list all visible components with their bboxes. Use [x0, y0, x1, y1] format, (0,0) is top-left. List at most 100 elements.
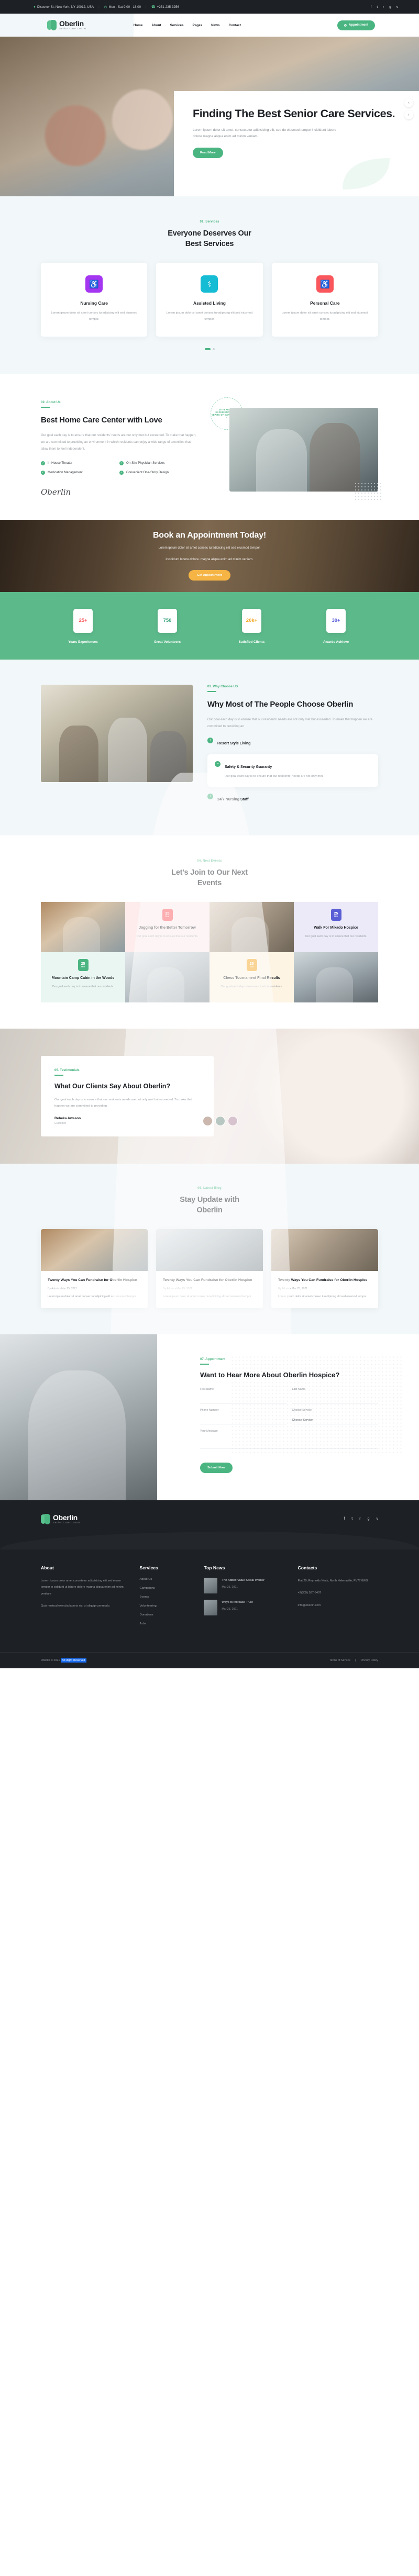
hero-paragraph: Lorem ipsum dolor sit amet, consectetur … [193, 128, 336, 138]
avatar[interactable] [203, 1116, 213, 1127]
message-textarea[interactable] [200, 1434, 378, 1448]
testimonial-quote: Our goal each day is to ensure that our … [54, 1098, 192, 1108]
accordion-item-safety-security-guaranty[interactable]: − Safety & Security Guaranty Our goal ea… [207, 754, 378, 787]
slider-prev-button[interactable]: ‹ [404, 98, 413, 107]
footer-link-volunteering[interactable]: Volunteering [139, 1604, 193, 1608]
twitter-icon[interactable]: t [377, 5, 378, 9]
service-field-group: Choose Service [292, 1408, 378, 1424]
service-card-nursing-care[interactable]: ♿ Nursing Care Lorem ipsum dolor sit ame… [41, 263, 148, 337]
topbar-social-links[interactable]: f t r g v [371, 5, 412, 9]
avatar[interactable] [215, 1116, 225, 1127]
nav-item-news[interactable]: News [211, 24, 219, 27]
footer-news-thumbnail [204, 1577, 218, 1593]
footer-social-links[interactable]: f t r g v [344, 1517, 378, 1521]
topbar-phone[interactable]: ☎ +251-235-3256 [151, 5, 179, 9]
terms-of-service-link[interactable]: Terms of Service [329, 1659, 350, 1662]
first-name-input[interactable] [200, 1396, 286, 1403]
footer-link-campaigns[interactable]: Campaigns [139, 1587, 193, 1590]
leaf-logo-icon [47, 20, 57, 30]
nav-item-contact[interactable]: Contact [229, 24, 241, 27]
nav-item-pages[interactable]: Pages [193, 24, 203, 27]
stat-label: Awards Achieve [323, 640, 349, 644]
appointment-form: First Name Last Name Phone Number Choose [200, 1388, 378, 1473]
feature-item: ✓ On-Site Physician Services [119, 461, 198, 465]
facebook-icon[interactable]: f [344, 1517, 345, 1521]
accordion-item-resort-style-living[interactable]: + Resort Style Living [207, 738, 378, 754]
about-paragraph: Our goal each day is to ensure that our … [41, 433, 196, 451]
phone-label: Phone Number [200, 1408, 219, 1412]
nav-item-services[interactable]: Services [170, 24, 184, 27]
facebook-icon[interactable]: f [371, 5, 372, 9]
event-card-walk-mikado[interactable]: 25 Mar Walk For Mikado Hospice Our goal … [294, 902, 378, 953]
service-select[interactable] [292, 1417, 378, 1424]
about-eyebrow: 02. About Us [41, 400, 61, 404]
feature-label: Medication Management [48, 471, 83, 475]
footer-link-jobs[interactable]: Jobs [139, 1622, 193, 1625]
service-card-assisted-living[interactable]: ⚕ Assisted Living Lorem ipsum dolor sit … [156, 263, 263, 337]
footer-contact-phone[interactable]: +2(305) 587-3407 [298, 1590, 378, 1597]
topbar-hours-text: Mon - Sat 9.00 - 18.00 [108, 5, 141, 9]
services-carousel-dots[interactable] [41, 348, 378, 350]
footer-link-about-us[interactable]: About Us [139, 1578, 193, 1581]
service-label: Choose Service [292, 1408, 312, 1412]
footer-news-item[interactable]: Ways to Increase Trust Mar 25, 2021 [204, 1599, 287, 1615]
carousel-dot[interactable] [212, 348, 215, 350]
footer-contact-email[interactable]: info@oberlin.com [298, 1602, 378, 1609]
phone-icon: ☎ [151, 5, 156, 9]
privacy-policy-link[interactable]: Privacy Policy [360, 1659, 378, 1662]
avatar[interactable] [228, 1116, 238, 1127]
plus-circle-icon[interactable]: + [207, 738, 213, 744]
carousel-dot-active[interactable] [204, 348, 211, 350]
get-appointment-button[interactable]: Get Appointment [189, 570, 230, 581]
feature-item: ✓ Medication Management [41, 470, 119, 475]
feature-label: On-Site Physician Services [126, 461, 165, 465]
first-name-field-group: First Name [200, 1388, 286, 1403]
footer-logo[interactable]: Oberlin Senior Care Center. [41, 1513, 81, 1524]
feature-item: ✓ In-House Theater [41, 461, 119, 465]
service-card-text: Lorem ipsum dolor sit amet consec turadi… [51, 311, 137, 321]
site-logo[interactable]: Oberlin Senior Care Center. [47, 20, 87, 30]
event-date-chip: 25 Mar [78, 959, 89, 972]
rss-icon[interactable]: r [383, 5, 384, 9]
slider-next-button[interactable]: › [404, 110, 413, 119]
nav-item-home[interactable]: Home [134, 24, 143, 27]
twitter-icon[interactable]: t [351, 1517, 352, 1521]
blog-card[interactable]: Twenty Ways You Can Fundraise for Oberli… [271, 1229, 378, 1308]
google-plus-icon[interactable]: g [368, 1517, 370, 1521]
vimeo-icon[interactable]: v [377, 1517, 379, 1521]
divider: | [355, 1658, 356, 1662]
footer-link-donations[interactable]: Donations [139, 1613, 193, 1616]
stat-satisfied-clients: 20k+ Satisfied Clients [210, 608, 294, 644]
rss-icon[interactable]: r [359, 1517, 360, 1521]
testimonial-avatars[interactable] [203, 1116, 238, 1127]
blog-section: 06. Latest Blog Stay Update with Oberlin… [0, 1164, 419, 1334]
footer-link-events[interactable]: Events [139, 1596, 193, 1599]
services-title: Everyone Deserves Our Best Services [41, 228, 378, 249]
hero-slider-controls[interactable]: ‹ › [404, 98, 413, 119]
stat-awards-achieve: 30+ Awards Achieve [294, 608, 378, 644]
service-card-personal-care[interactable]: ♿ Personal Care Lorem ipsum dolor sit am… [271, 263, 378, 337]
footer-news-item[interactable]: The Added Value Social Worker Mar 25, 20… [204, 1577, 287, 1593]
cta-title: Book an Appointment Today! [152, 531, 267, 540]
minus-circle-icon[interactable]: − [215, 761, 220, 767]
appointment-button[interactable]: ◴ Appointment [337, 20, 375, 30]
google-plus-icon[interactable]: g [389, 5, 391, 9]
footer-about-heading: About [41, 1565, 54, 1570]
blog-thumbnail [271, 1229, 378, 1272]
vimeo-icon[interactable]: v [396, 5, 398, 9]
why-paragraph: Our goal each day is to ensure that our … [207, 718, 373, 729]
event-card-mountain-camp[interactable]: 25 Mar Mountain Camp Cabin in the Woods … [41, 952, 125, 1003]
footer-news-date: Mar 25, 2021 [222, 1585, 238, 1589]
footer-news-thumbnail [204, 1599, 218, 1615]
nav-item-about[interactable]: About [151, 24, 161, 27]
last-name-input[interactable] [292, 1396, 378, 1403]
cta-line2: incididunt labore.dolore. magna aliqua e… [166, 557, 253, 562]
event-text: Our goal each day is to ensure that our … [305, 935, 367, 939]
footer-news-title: Ways to Increase Trust [222, 1600, 253, 1604]
submit-now-button[interactable]: Submit Now [200, 1462, 233, 1473]
topbar-phone-text: +251-235-3256 [157, 5, 179, 9]
phone-input[interactable] [200, 1417, 286, 1424]
wheelchair-assist-icon: ♿ [316, 275, 334, 293]
why-title: Why Most of The People Choose Oberlin [207, 699, 354, 709]
hero-read-more-button[interactable]: Read More [193, 148, 223, 159]
